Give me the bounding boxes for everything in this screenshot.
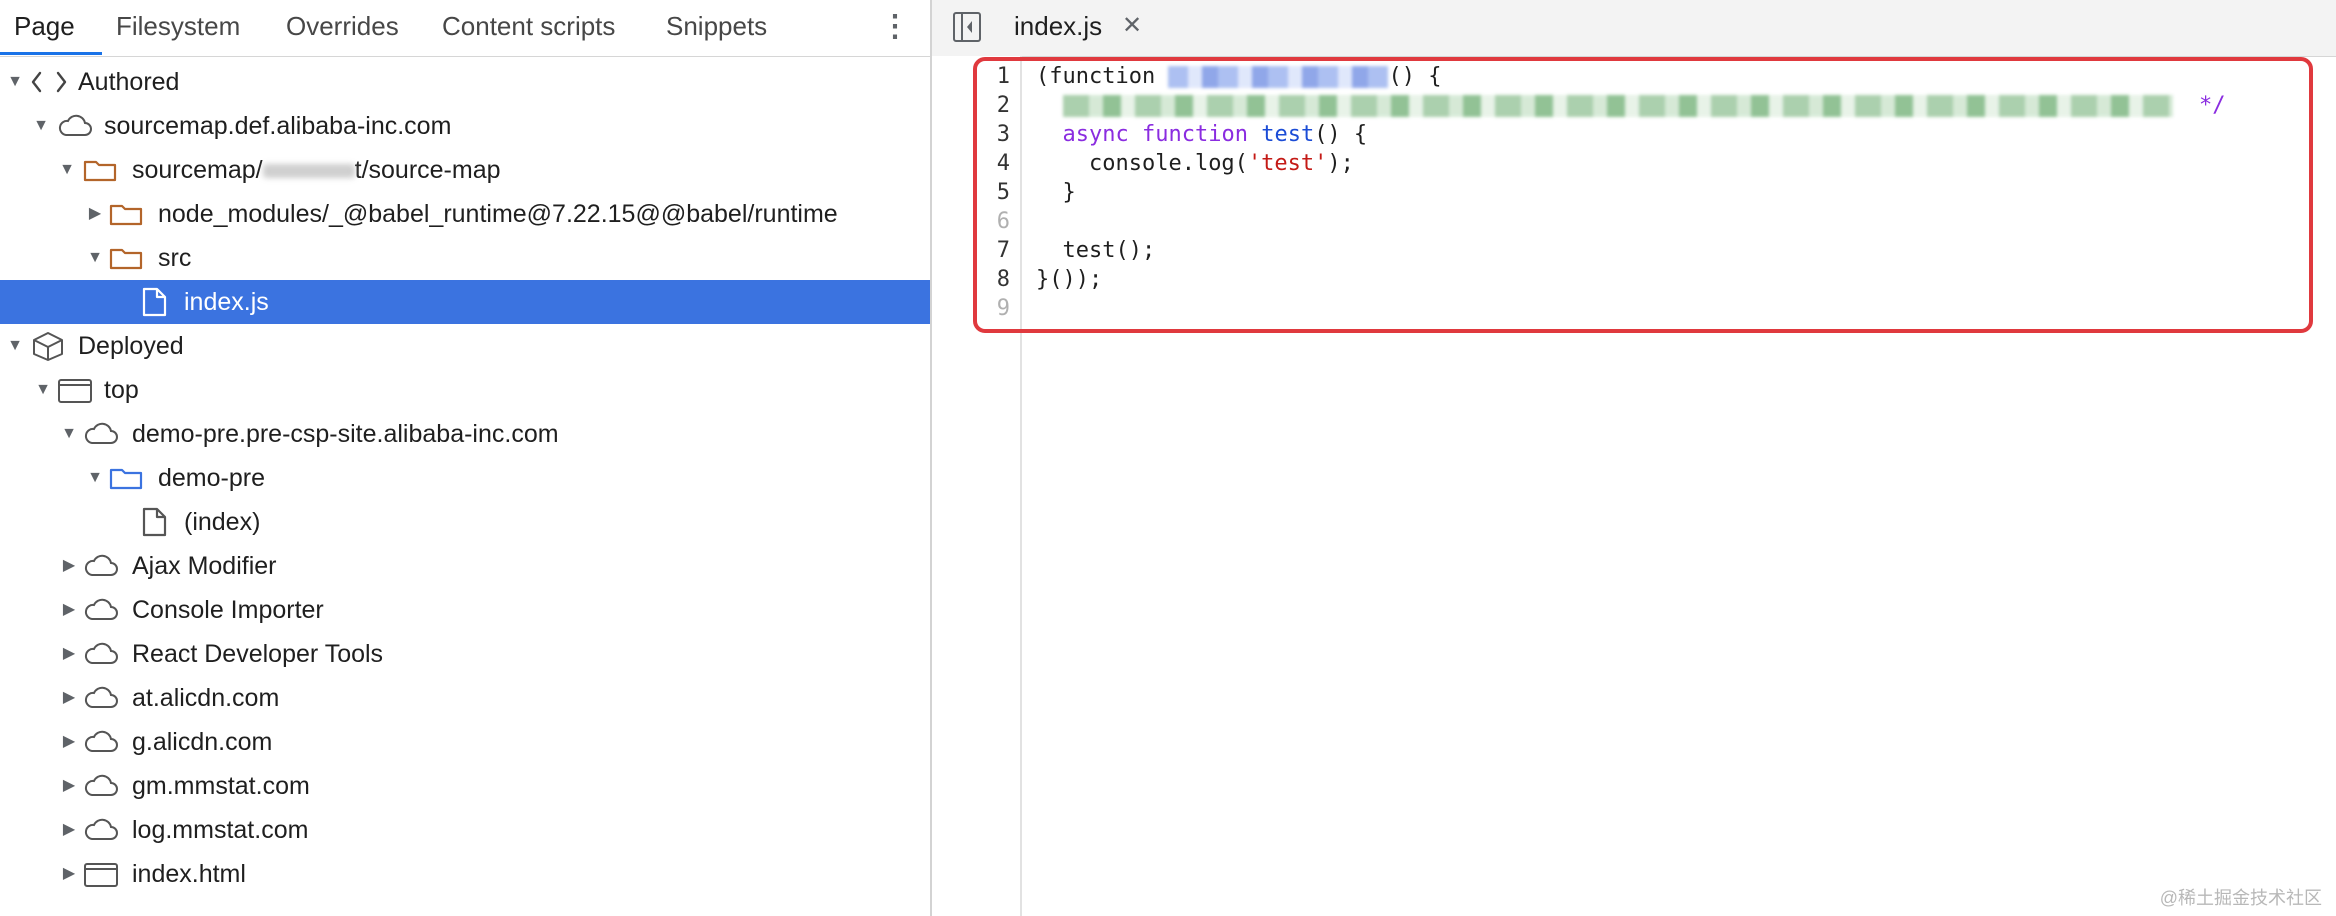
tree-item-log-mmstat[interactable]: ▶ log.mmstat.com <box>0 808 930 852</box>
expand-arrow-icon[interactable]: ▼ <box>6 60 24 104</box>
expand-arrow-icon[interactable]: ▼ <box>60 412 78 456</box>
folder-icon <box>108 456 146 500</box>
watermark: @稀土掘金技术社区 <box>2159 888 2322 908</box>
tree-item-label: demo-pre.pre-csp-site.alibaba-inc.com <box>132 420 559 448</box>
tab-snippets[interactable]: Snippets <box>666 0 767 54</box>
tree-item-label: Ajax Modifier <box>132 552 277 580</box>
cloud-icon <box>82 632 120 676</box>
expand-arrow-icon[interactable]: ▼ <box>58 148 76 192</box>
tree-item-label: sourcemap/t/source-map <box>132 156 501 184</box>
cloud-icon <box>82 544 120 588</box>
tree-item-file-index-js[interactable]: index.js <box>0 280 930 324</box>
tab-page[interactable]: Page <box>14 0 75 54</box>
tree-item-label: src <box>158 244 192 272</box>
tree-item-folder-source-map[interactable]: ▼ sourcemap/t/source-map <box>0 148 930 192</box>
tree-item-label: (index) <box>184 508 261 536</box>
tree-item-ajax-modifier[interactable]: ▶ Ajax Modifier <box>0 544 930 588</box>
tree-item-label: at.alicdn.com <box>132 684 280 712</box>
tree-item-authored[interactable]: ▼ Authored <box>0 60 930 104</box>
folder-icon <box>108 236 146 280</box>
expand-arrow-icon[interactable]: ▶ <box>60 808 78 852</box>
tab-filesystem[interactable]: Filesystem <box>116 0 240 54</box>
editor-tab-index-js[interactable]: index.js <box>1014 0 1102 54</box>
tree-item-frame-top[interactable]: ▼ top <box>0 368 930 412</box>
tree-item-gm-mmstat[interactable]: ▶ gm.mmstat.com <box>0 764 930 808</box>
expand-arrow-icon[interactable]: ▶ <box>60 676 78 720</box>
expand-arrow-icon[interactable]: ▼ <box>32 104 50 148</box>
tree-item-console-importer[interactable]: ▶ Console Importer <box>0 588 930 632</box>
folder-icon <box>108 192 146 236</box>
expand-arrow-icon[interactable]: ▶ <box>60 852 78 896</box>
expand-arrow-icon[interactable]: ▶ <box>86 192 104 236</box>
annotation-highlight-box <box>973 57 2313 333</box>
expand-arrow-icon[interactable]: ▼ <box>34 368 52 412</box>
tab-content-scripts[interactable]: Content scripts <box>442 0 615 54</box>
expand-arrow-icon[interactable]: ▼ <box>6 324 24 368</box>
tree-item-label: gm.mmstat.com <box>132 772 310 800</box>
expand-arrow-icon[interactable]: ▶ <box>60 632 78 676</box>
folder-icon <box>82 148 120 192</box>
tree-item-deployed[interactable]: ▼ Deployed <box>0 324 930 368</box>
tree-item-label: sourcemap.def.alibaba-inc.com <box>104 112 452 140</box>
tree-item-folder-src[interactable]: ▼ src <box>0 236 930 280</box>
expand-arrow-icon[interactable]: ▼ <box>86 236 104 280</box>
tree-item-folder-demo-pre[interactable]: ▼ demo-pre <box>0 456 930 500</box>
expand-arrow-icon[interactable]: ▶ <box>60 720 78 764</box>
tree-item-label: index.js <box>184 288 269 316</box>
tree-item-label: node_modules/_@babel_runtime@7.22.15@@ba… <box>158 200 838 228</box>
tree-item-react-developer-tools[interactable]: ▶ React Developer Tools <box>0 632 930 676</box>
cloud-icon <box>82 588 120 632</box>
cloud-icon <box>82 764 120 808</box>
cloud-icon <box>82 720 120 764</box>
active-tab-indicator <box>0 52 102 55</box>
cloud-icon <box>82 676 120 720</box>
cloud-icon <box>56 104 94 148</box>
tree-item-label: Authored <box>78 68 180 96</box>
tree-item-label: log.mmstat.com <box>132 816 309 844</box>
cube-icon <box>30 324 68 368</box>
tree-item-g-alicdn[interactable]: ▶ g.alicdn.com <box>0 720 930 764</box>
sources-navigator-panel: Page Filesystem Overrides Content script… <box>0 0 932 916</box>
tree-item-label: React Developer Tools <box>132 640 384 668</box>
navigator-tabs: Page Filesystem Overrides Content script… <box>0 0 930 57</box>
tree-item-label: g.alicdn.com <box>132 728 273 756</box>
expand-arrow-icon[interactable]: ▶ <box>60 544 78 588</box>
file-icon <box>136 500 174 544</box>
cloud-icon <box>82 808 120 852</box>
tree-item-label: Console Importer <box>132 596 324 624</box>
tree-item-file-index[interactable]: (index) <box>0 500 930 544</box>
tree-item-label: index.html <box>132 860 246 888</box>
more-options-icon[interactable]: ⋮ <box>880 6 910 48</box>
tree-item-label: demo-pre <box>158 464 265 492</box>
editor-tab-bar: index.js ✕ <box>932 0 2336 57</box>
cloud-icon <box>82 412 120 456</box>
tree-item-label: Deployed <box>78 332 184 360</box>
toggle-navigator-icon[interactable] <box>952 10 982 44</box>
frame-icon <box>56 368 94 412</box>
tree-item-domain[interactable]: ▼ sourcemap.def.alibaba-inc.com <box>0 104 930 148</box>
tree-item-frame-index-html[interactable]: ▶ index.html <box>0 852 930 896</box>
tree-item-domain-demo-pre[interactable]: ▼ demo-pre.pre-csp-site.alibaba-inc.com <box>0 412 930 456</box>
frame-icon <box>82 852 120 896</box>
file-icon <box>136 280 174 324</box>
close-icon[interactable]: ✕ <box>1122 0 1142 54</box>
tree-item-at-alicdn[interactable]: ▶ at.alicdn.com <box>0 676 930 720</box>
code-brackets-icon <box>30 60 68 104</box>
redacted-text <box>262 164 355 179</box>
tree-item-folder-node-modules[interactable]: ▶ node_modules/_@babel_runtime@7.22.15@@… <box>0 192 930 236</box>
tree-item-label: top <box>104 376 139 404</box>
tab-overrides[interactable]: Overrides <box>286 0 399 54</box>
expand-arrow-icon[interactable]: ▼ <box>86 456 104 500</box>
expand-arrow-icon[interactable]: ▶ <box>60 588 78 632</box>
expand-arrow-icon[interactable]: ▶ <box>60 764 78 808</box>
